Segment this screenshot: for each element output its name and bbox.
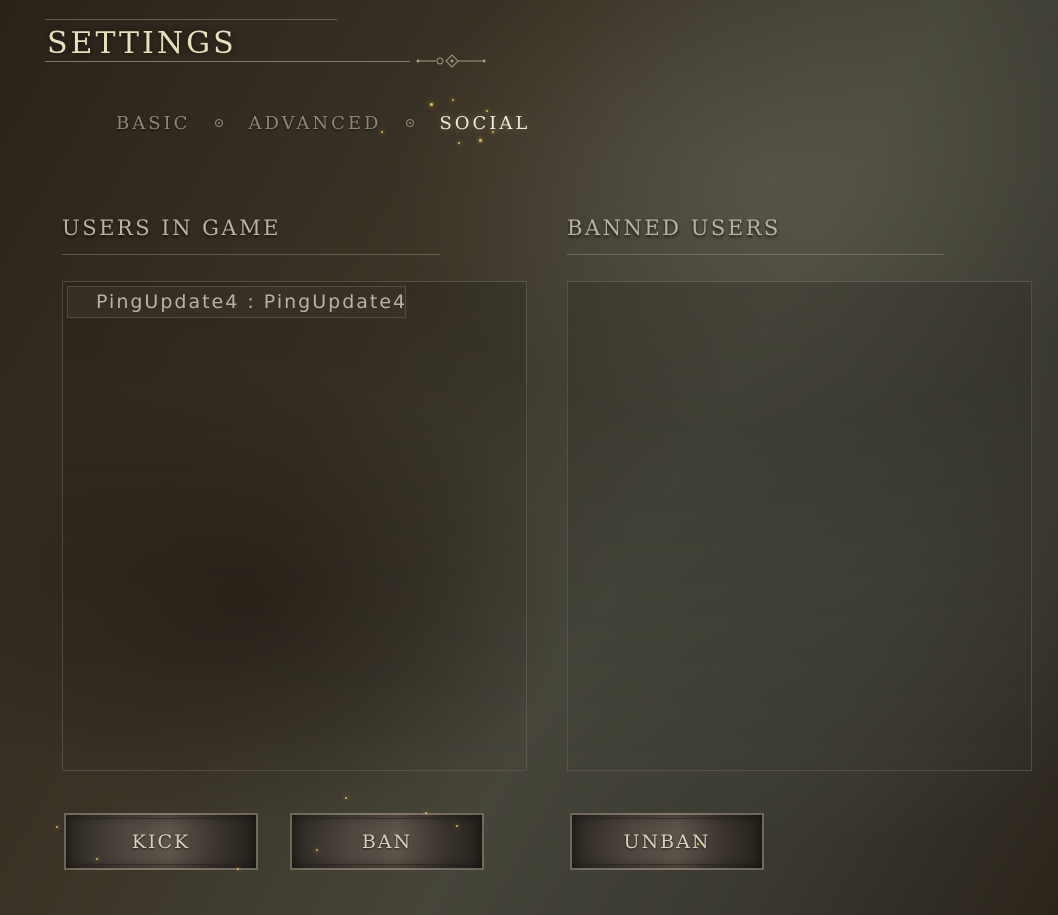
users-in-game-rule [62,254,440,255]
sparkle [456,825,458,827]
tab-advanced[interactable]: ADVANCED [248,113,381,134]
tab-social[interactable]: SOCIAL [439,113,530,134]
sparkle [237,868,239,870]
ban-button[interactable]: BAN [290,813,484,870]
banned-users-rule [567,254,944,255]
banned-users-heading: BANNED USERS [567,216,781,240]
sparkle [697,843,699,845]
sparkle [452,99,454,101]
kick-button[interactable]: KICK [64,813,258,870]
sparkle [381,131,383,133]
sparkle [96,858,98,860]
title-underline [45,61,410,62]
sparkle [430,103,433,106]
sparkle [458,142,460,144]
users-in-game-heading: USERS IN GAME [62,216,281,240]
banned-users-list[interactable] [567,281,1032,771]
unban-button[interactable]: UNBAN [570,813,764,870]
list-item[interactable]: PingUpdate4 : PingUpdate4 [67,286,406,318]
ban-button-label: BAN [361,830,413,853]
page-title: SETTINGS [47,26,237,61]
tab-basic[interactable]: BASIC [116,113,190,134]
kick-button-label: KICK [131,830,191,853]
small-circle-icon [215,119,224,127]
sparkle [345,797,347,799]
sparkle [425,812,427,814]
diamond-ornament-icon [416,54,486,68]
small-circle-icon [406,119,415,127]
sparkle [316,849,318,851]
user-name: PingUpdate4 : PingUpdate4 [96,291,408,313]
sparkle [56,826,58,828]
unban-button-label: UNBAN [623,830,711,853]
sparkle [492,131,494,133]
title-top-rule [45,19,337,20]
users-in-game-list[interactable]: PingUpdate4 : PingUpdate4 [62,281,527,771]
sparkle [479,139,482,142]
settings-tabs: BASIC ADVANCED SOCIAL [116,111,530,135]
sparkle [486,110,488,112]
